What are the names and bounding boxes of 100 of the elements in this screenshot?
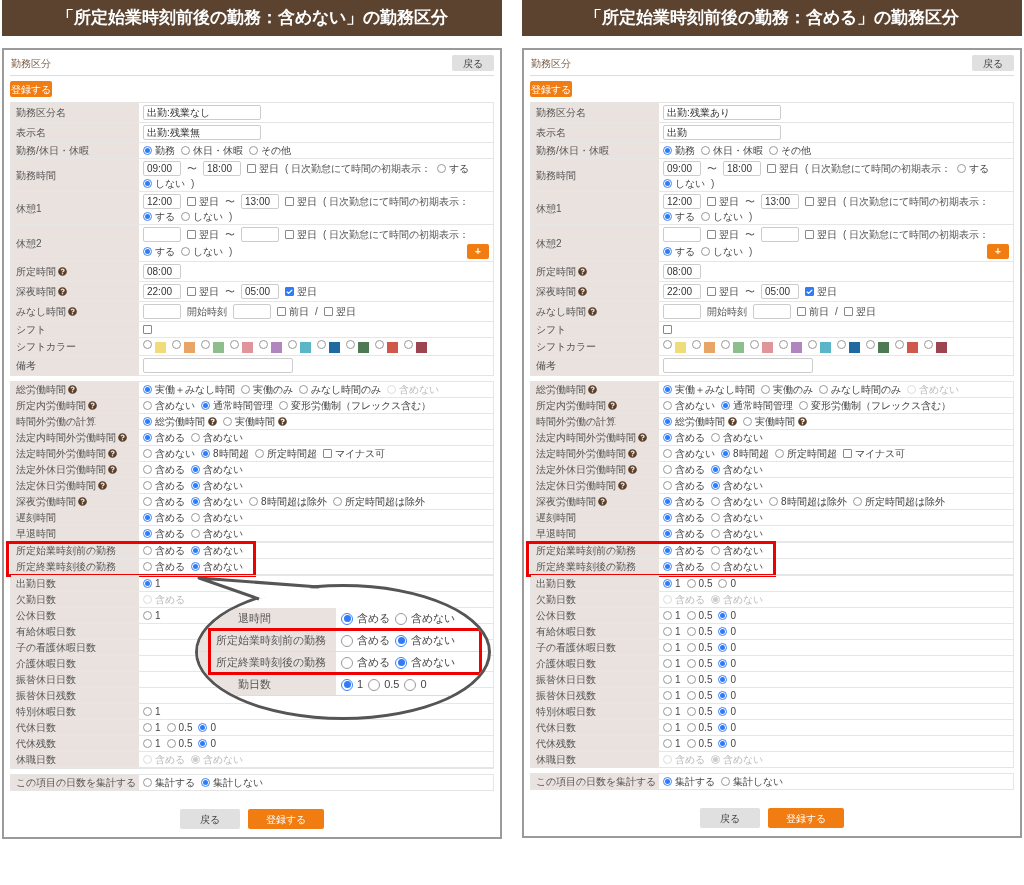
radio-button[interactable]	[143, 247, 152, 256]
radio-button[interactable]	[924, 340, 933, 349]
text-field[interactable]	[663, 358, 813, 373]
text-field[interactable]: 出勤:残業なし	[143, 105, 261, 120]
radio-button[interactable]	[166, 723, 176, 732]
radio-button[interactable]	[686, 643, 696, 652]
checkbox[interactable]	[797, 307, 806, 316]
radio-button[interactable]	[718, 723, 728, 732]
radio-button[interactable]	[819, 385, 828, 394]
radio-button[interactable]	[663, 739, 672, 748]
radio-button[interactable]	[663, 340, 672, 349]
radio-button[interactable]	[288, 340, 297, 349]
back-button[interactable]: 戻る	[972, 55, 1014, 71]
radio-button[interactable]	[718, 627, 728, 636]
radio-button[interactable]	[718, 579, 728, 588]
radio-button[interactable]	[143, 433, 152, 442]
radio-button[interactable]	[437, 164, 447, 173]
text-field[interactable]	[143, 227, 181, 242]
radio-button[interactable]	[404, 340, 413, 349]
radio-button[interactable]	[346, 340, 355, 349]
radio-button[interactable]	[701, 247, 710, 256]
radio-button[interactable]	[191, 513, 200, 522]
radio-button[interactable]	[404, 678, 417, 691]
radio-button[interactable]	[686, 627, 696, 636]
radio-button[interactable]	[852, 497, 862, 506]
checkbox[interactable]	[247, 164, 256, 173]
radio-button[interactable]	[143, 401, 152, 410]
radio-button[interactable]	[191, 529, 200, 538]
text-field[interactable]: 05:00	[761, 284, 799, 299]
radio-button[interactable]	[663, 691, 672, 700]
radio-button[interactable]	[701, 146, 710, 155]
checkbox[interactable]	[277, 307, 286, 316]
radio-button[interactable]	[395, 634, 407, 647]
radio-button[interactable]	[198, 723, 208, 732]
radio-button[interactable]	[191, 433, 200, 442]
radio-button[interactable]	[143, 562, 152, 571]
checkbox[interactable]	[663, 325, 672, 334]
radio-button[interactable]	[279, 401, 288, 410]
radio-button[interactable]	[663, 579, 672, 588]
radio-button[interactable]	[718, 707, 728, 716]
text-field[interactable]: 出勤:残業無	[143, 125, 261, 140]
radio-button[interactable]	[769, 497, 778, 506]
radio-button[interactable]	[721, 449, 730, 458]
radio-button[interactable]	[663, 146, 672, 155]
checkbox[interactable]	[843, 307, 853, 316]
radio-button[interactable]	[143, 723, 152, 732]
text-field[interactable]	[241, 227, 279, 242]
radio-button[interactable]	[663, 481, 672, 490]
radio-button[interactable]	[259, 340, 268, 349]
radio-button[interactable]	[143, 513, 152, 522]
radio-button[interactable]	[198, 739, 208, 748]
radio-button[interactable]	[143, 449, 152, 458]
radio-button[interactable]	[866, 340, 875, 349]
radio-button[interactable]	[143, 529, 152, 538]
text-field[interactable]	[753, 304, 791, 319]
radio-button[interactable]	[143, 179, 152, 188]
checkbox[interactable]	[707, 287, 716, 296]
radio-button[interactable]	[249, 146, 258, 155]
radio-button[interactable]	[663, 433, 672, 442]
radio-button[interactable]	[254, 449, 264, 458]
text-field[interactable]: 08:00	[143, 264, 181, 279]
checkbox[interactable]	[842, 449, 852, 458]
checkbox[interactable]	[805, 287, 814, 296]
radio-button[interactable]	[692, 340, 701, 349]
text-field[interactable]: 12:00	[663, 194, 701, 209]
radio-button[interactable]	[711, 546, 720, 555]
radio-button[interactable]	[341, 678, 353, 691]
radio-button[interactable]	[143, 146, 152, 155]
radio-button[interactable]	[663, 449, 672, 458]
text-field[interactable]	[233, 304, 271, 319]
radio-button[interactable]	[663, 497, 672, 506]
radio-button[interactable]	[317, 340, 326, 349]
radio-button[interactable]	[769, 146, 778, 155]
radio-button[interactable]	[375, 340, 384, 349]
text-field[interactable]	[663, 304, 701, 319]
checkbox[interactable]	[187, 287, 196, 296]
radio-button[interactable]	[686, 611, 696, 620]
radio-button[interactable]	[711, 481, 720, 490]
radio-button[interactable]	[395, 656, 407, 669]
radio-button[interactable]	[663, 465, 672, 474]
radio-button[interactable]	[143, 611, 152, 620]
radio-button[interactable]	[686, 691, 696, 700]
text-field[interactable]: 13:00	[761, 194, 799, 209]
radio-button[interactable]	[341, 612, 353, 625]
radio-button[interactable]	[663, 675, 672, 684]
back-button[interactable]: 戻る	[452, 55, 494, 71]
radio-button[interactable]	[718, 659, 728, 668]
radio-button[interactable]	[686, 579, 696, 588]
radio-button[interactable]	[957, 164, 967, 173]
radio-button[interactable]	[143, 212, 152, 221]
checkbox[interactable]	[805, 197, 814, 206]
radio-button[interactable]	[686, 659, 696, 668]
radio-button[interactable]	[143, 481, 152, 490]
radio-button[interactable]	[663, 777, 672, 786]
text-field[interactable]: 05:00	[241, 284, 279, 299]
checkbox[interactable]	[187, 230, 196, 239]
radio-button[interactable]	[718, 675, 728, 684]
radio-button[interactable]	[711, 562, 720, 571]
radio-button[interactable]	[718, 611, 728, 620]
radio-button[interactable]	[143, 417, 152, 426]
